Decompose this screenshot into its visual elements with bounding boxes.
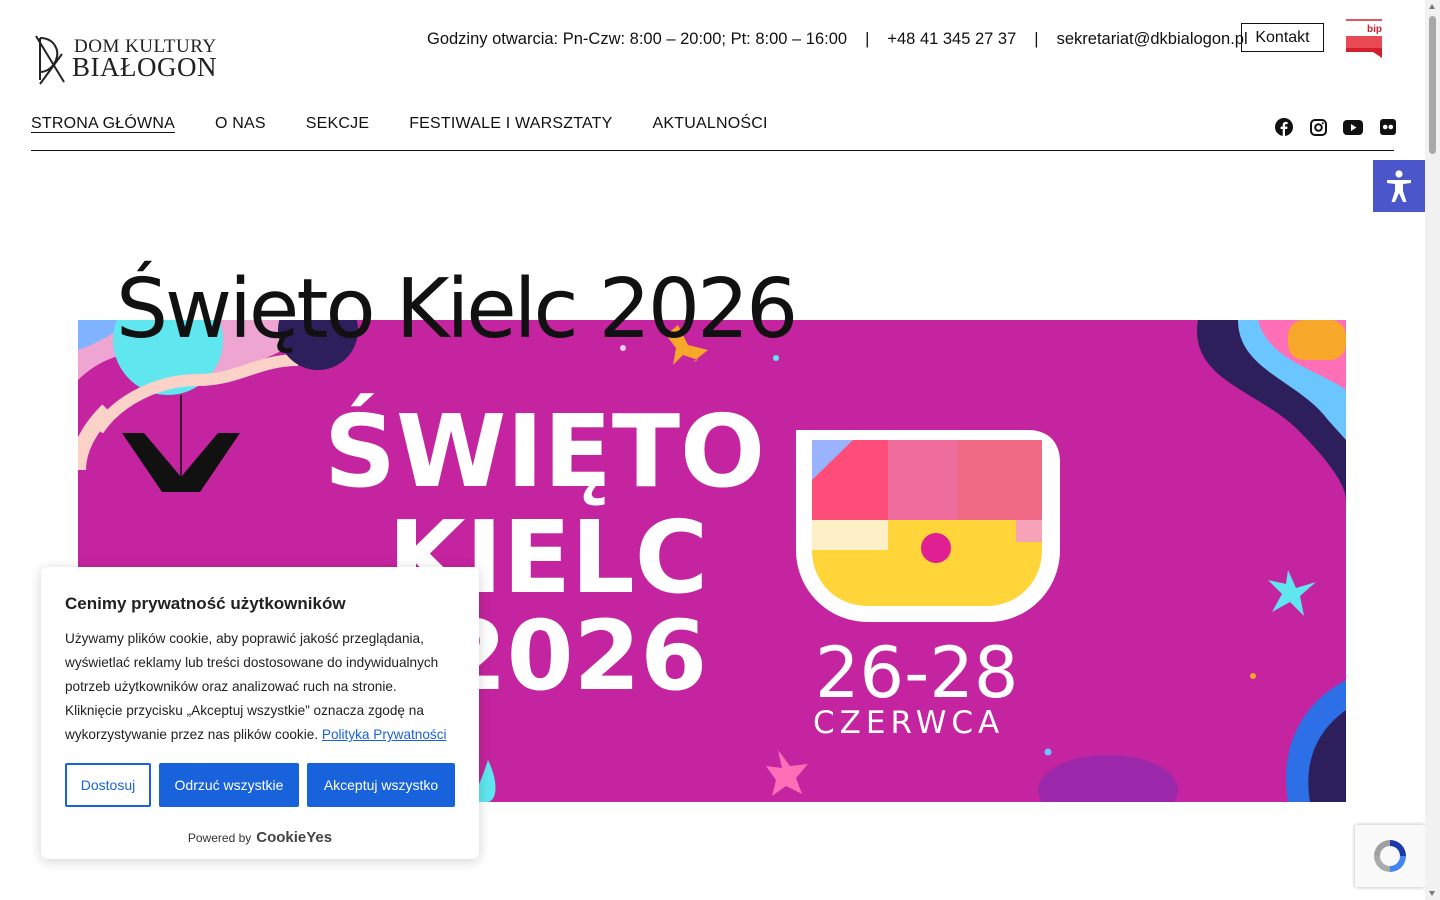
page-title: Święto Kielc 2026	[116, 262, 798, 357]
separator: |	[865, 29, 870, 48]
nav-item-home[interactable]: STRONA GŁÓWNA	[31, 115, 175, 133]
bip-icon: bip	[1346, 19, 1382, 58]
flickr-icon[interactable]	[1378, 117, 1398, 137]
cookie-text: Używamy plików cookie, aby poprawić jako…	[65, 631, 439, 742]
scroll-up-icon[interactable]	[1429, 4, 1435, 9]
phone-link[interactable]: +48 41 345 27 37	[887, 30, 1016, 49]
customize-button[interactable]: Dostosuj	[65, 763, 151, 807]
powered-by-label: Powered by	[187, 830, 252, 845]
opening-hours: Godziny otwarcia: Pn-Czw: 8:00 – 20:00; …	[427, 29, 848, 48]
privacy-policy-link[interactable]: Polityka Prywatności	[322, 727, 447, 742]
recaptcha-badge[interactable]	[1355, 825, 1425, 887]
cookieyes-logo[interactable]: CookieYes	[256, 829, 332, 846]
reject-all-button[interactable]: Odrzuć wszystkie	[159, 763, 299, 807]
facebook-icon[interactable]	[1274, 117, 1294, 137]
nav-item-news[interactable]: AKTUALNOŚCI	[653, 115, 768, 133]
accessibility-button[interactable]	[1373, 160, 1425, 212]
scrollbar-thumb[interactable]	[1429, 16, 1436, 154]
logo-text-bottom: BIAŁOGON	[72, 52, 217, 82]
page-scrollbar[interactable]	[1425, 0, 1440, 900]
instagram-icon[interactable]	[1309, 117, 1329, 137]
powered-by: Powered by CookieYes	[41, 829, 479, 846]
bip-link[interactable]: bip	[1345, 18, 1383, 60]
social-links	[1274, 117, 1412, 137]
cookie-title: Cenimy prywatność użytkowników	[65, 594, 346, 613]
separator: |	[1034, 29, 1039, 48]
nav-divider	[31, 150, 1394, 151]
youtube-icon[interactable]	[1343, 117, 1363, 137]
banner-line-1: ŚWIĘTO	[324, 393, 766, 510]
contact-button[interactable]: Kontakt	[1241, 23, 1324, 52]
banner-month: CZERWCA	[813, 705, 1005, 741]
scroll-down-arrow-icon[interactable]	[122, 395, 240, 495]
nav-item-sections[interactable]: SEKCJE	[306, 115, 369, 133]
accessibility-icon	[1387, 170, 1411, 202]
nav-item-about[interactable]: O NAS	[215, 115, 266, 133]
main-nav: STRONA GŁÓWNA O NAS SEKCJE FESTIWALE I W…	[31, 115, 808, 133]
site-logo[interactable]: DOM KULTURY BIAŁOGON	[34, 30, 224, 88]
nav-item-festivals[interactable]: FESTIWALE I WARSZTATY	[409, 115, 612, 133]
cookie-body: Używamy plików cookie, aby poprawić jako…	[65, 627, 457, 747]
banner-dates: 26-28	[815, 632, 1019, 714]
accept-all-button[interactable]: Akceptuj wszystko	[307, 763, 455, 807]
banner-line-3: 2026	[440, 600, 708, 712]
cookie-consent-banner: Cenimy prywatność użytkowników Używamy p…	[41, 567, 479, 859]
logo-mark-icon	[35, 35, 65, 85]
top-info-bar: Godziny otwarcia: Pn-Czw: 8:00 – 20:00; …	[427, 28, 1248, 50]
recaptcha-icon	[1374, 840, 1406, 872]
email-link[interactable]: sekretariat@dkbialogon.pl	[1057, 30, 1248, 49]
bip-label: bip	[1367, 24, 1382, 35]
scroll-down-icon[interactable]	[1429, 891, 1435, 896]
